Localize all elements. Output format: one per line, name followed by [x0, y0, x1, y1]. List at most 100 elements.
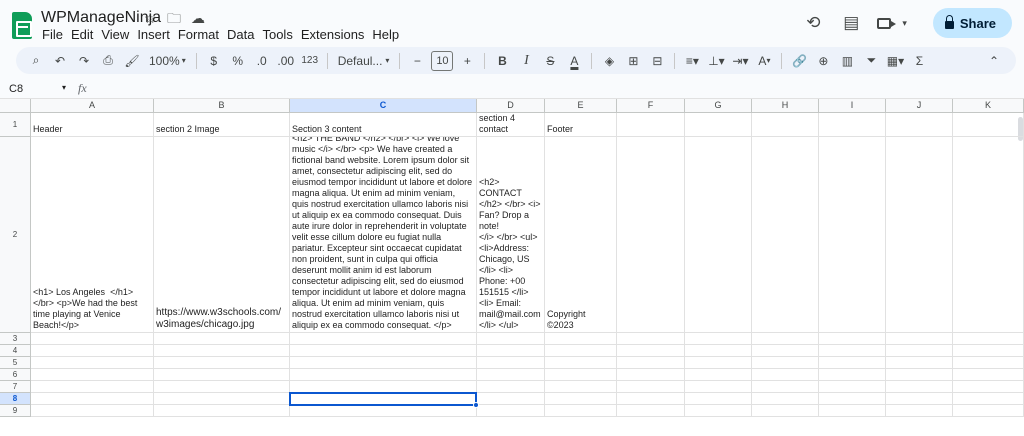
fill-color-icon[interactable]: ◈: [599, 51, 619, 71]
insert-chart-icon[interactable]: ▥: [837, 51, 857, 71]
cell-k8[interactable]: [953, 393, 1024, 405]
cell-j8[interactable]: [886, 393, 953, 405]
history-icon[interactable]: ⟲: [801, 13, 825, 33]
cell-g9[interactable]: [685, 405, 752, 417]
row-header-9[interactable]: 9: [0, 405, 31, 417]
move-folder-icon[interactable]: 🗀: [166, 9, 182, 27]
cell-g7[interactable]: [685, 381, 752, 393]
cell-a2[interactable]: <h1> Los Angeles </h1> </br> <p>We had t…: [31, 137, 154, 333]
cell-e7[interactable]: [545, 381, 617, 393]
cell-b6[interactable]: [154, 369, 290, 381]
filter-icon[interactable]: ⏷: [861, 51, 881, 71]
column-header-a[interactable]: A: [31, 99, 154, 113]
cell-d6[interactable]: [477, 369, 545, 381]
cell-d4[interactable]: [477, 345, 545, 357]
cell-d8[interactable]: [477, 393, 545, 405]
bold-button[interactable]: B: [492, 51, 512, 71]
cell-a4[interactable]: [31, 345, 154, 357]
cell-i6[interactable]: [819, 369, 886, 381]
cell-d7[interactable]: [477, 381, 545, 393]
cell-c1[interactable]: Section 3 content: [290, 113, 477, 137]
undo-icon[interactable]: ↶: [50, 51, 70, 71]
column-header-i[interactable]: I: [819, 99, 886, 113]
cell-k1[interactable]: [953, 113, 1024, 137]
menu-help[interactable]: Help: [368, 27, 403, 43]
meet-button[interactable]: ▾: [877, 17, 907, 29]
menu-view[interactable]: View: [97, 27, 133, 43]
cell-k5[interactable]: [953, 357, 1024, 369]
cell-g3[interactable]: [685, 333, 752, 345]
column-header-d[interactable]: D: [477, 99, 545, 113]
paint-format-icon[interactable]: 🖌: [122, 51, 142, 71]
cell-i3[interactable]: [819, 333, 886, 345]
spreadsheet-grid[interactable]: A B C D E F G H I J K 1 2 3 4 5 6 7 8 9 Header section 2 Imag…: [0, 99, 1024, 436]
cell-k9[interactable]: [953, 405, 1024, 417]
row-header-2[interactable]: 2: [0, 137, 31, 333]
cell-i8[interactable]: [819, 393, 886, 405]
row-header-1[interactable]: 1: [0, 113, 31, 137]
cell-i7[interactable]: [819, 381, 886, 393]
redo-icon[interactable]: ↷: [74, 51, 94, 71]
cell-j9[interactable]: [886, 405, 953, 417]
sheets-logo-icon[interactable]: [12, 12, 32, 39]
column-header-e[interactable]: E: [545, 99, 617, 113]
font-select[interactable]: Defaul... ▾: [335, 51, 393, 71]
cell-c3[interactable]: [290, 333, 477, 345]
cell-j5[interactable]: [886, 357, 953, 369]
cell-j7[interactable]: [886, 381, 953, 393]
cell-b5[interactable]: [154, 357, 290, 369]
row-header-4[interactable]: 4: [0, 345, 31, 357]
row-header-5[interactable]: 5: [0, 357, 31, 369]
cloud-status-icon[interactable]: ☁: [190, 9, 206, 27]
cell-f2[interactable]: [617, 137, 685, 333]
cell-a6[interactable]: [31, 369, 154, 381]
cell-b9[interactable]: [154, 405, 290, 417]
search-menus-icon[interactable]: ⌕: [26, 51, 46, 71]
cell-g1[interactable]: [685, 113, 752, 137]
cell-f7[interactable]: [617, 381, 685, 393]
cell-j1[interactable]: [886, 113, 953, 137]
cell-h2[interactable]: [752, 137, 819, 333]
functions-button[interactable]: Σ: [909, 51, 929, 71]
share-button[interactable]: Share: [932, 8, 1012, 38]
row-header-7[interactable]: 7: [0, 381, 31, 393]
merge-cells-icon[interactable]: ⊟: [647, 51, 667, 71]
vertical-align-icon[interactable]: ⊥▾: [706, 51, 726, 71]
cell-i2[interactable]: [819, 137, 886, 333]
print-icon[interactable]: ⎙: [98, 51, 118, 71]
column-header-k[interactable]: K: [953, 99, 1024, 113]
cell-b3[interactable]: [154, 333, 290, 345]
chevron-up-icon[interactable]: ⌃: [984, 51, 1004, 71]
cell-k2[interactable]: [953, 137, 1024, 333]
cell-h1[interactable]: [752, 113, 819, 137]
cell-b8[interactable]: [154, 393, 290, 405]
italic-button[interactable]: I: [516, 51, 536, 71]
cell-f9[interactable]: [617, 405, 685, 417]
text-wrapping-icon[interactable]: ⇥▾: [730, 51, 750, 71]
cell-i5[interactable]: [819, 357, 886, 369]
percent-format-button[interactable]: %: [228, 51, 248, 71]
cell-d9[interactable]: [477, 405, 545, 417]
cell-e2[interactable]: Copyright ©2023: [545, 137, 617, 333]
cell-g5[interactable]: [685, 357, 752, 369]
cell-d5[interactable]: [477, 357, 545, 369]
cell-a8[interactable]: [31, 393, 154, 405]
more-formats-button[interactable]: 123: [300, 51, 320, 71]
cell-j4[interactable]: [886, 345, 953, 357]
cell-g6[interactable]: [685, 369, 752, 381]
cell-e3[interactable]: [545, 333, 617, 345]
cell-c6[interactable]: [290, 369, 477, 381]
borders-icon[interactable]: ⊞: [623, 51, 643, 71]
cell-c5[interactable]: [290, 357, 477, 369]
row-header-3[interactable]: 3: [0, 333, 31, 345]
cell-j6[interactable]: [886, 369, 953, 381]
cell-g4[interactable]: [685, 345, 752, 357]
cell-c2[interactable]: <h2> THE BAND </h2> </br> <i> We love mu…: [290, 137, 477, 333]
decrease-decimal-button[interactable]: .0: [252, 51, 272, 71]
cell-e6[interactable]: [545, 369, 617, 381]
increase-font-size-icon[interactable]: +: [457, 51, 477, 71]
row-header-6[interactable]: 6: [0, 369, 31, 381]
column-header-b[interactable]: B: [154, 99, 290, 113]
star-icon[interactable]: ☆: [142, 9, 158, 27]
zoom-select[interactable]: 100% ▾: [146, 51, 189, 71]
